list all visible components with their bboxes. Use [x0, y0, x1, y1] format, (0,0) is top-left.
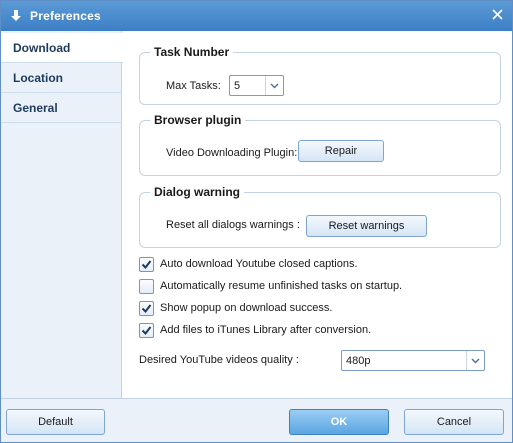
- quality-value: 480p: [346, 354, 371, 367]
- repair-button[interactable]: Repair: [298, 140, 384, 162]
- checkbox[interactable]: [139, 322, 154, 338]
- checkmark-icon: [141, 303, 152, 313]
- cancel-button[interactable]: Cancel: [404, 409, 504, 435]
- option-label: Automatically resume unfinished tasks on…: [160, 280, 403, 292]
- dialog-warning-title: Dialog warning: [150, 185, 245, 199]
- window-title: Preferences: [30, 9, 101, 23]
- option-label: Show popup on download success.: [160, 302, 333, 314]
- sidebar-item-location[interactable]: Location: [1, 63, 122, 93]
- max-tasks-value: 5: [234, 79, 241, 92]
- dialog-warning-group: Dialog warning Reset all dialogs warning…: [139, 185, 501, 248]
- reset-dialogs-label: Reset all dialogs warnings :: [166, 219, 300, 231]
- default-button[interactable]: Default: [6, 409, 105, 435]
- checkbox[interactable]: [139, 256, 154, 272]
- browser-plugin-title: Browser plugin: [150, 113, 246, 127]
- quality-select[interactable]: 480p: [341, 350, 485, 371]
- option-label: Auto download Youtube closed captions.: [160, 258, 358, 270]
- close-icon: [491, 8, 503, 20]
- title-bar: Preferences: [1, 1, 512, 31]
- checkmark-icon: [141, 259, 152, 269]
- close-button[interactable]: [488, 5, 506, 23]
- option-label: Add files to iTunes Library after conver…: [160, 324, 372, 336]
- download-settings-panel: Task Number Max Tasks: 5 Browser plugin …: [123, 31, 512, 398]
- reset-warnings-button[interactable]: Reset warnings: [306, 215, 427, 237]
- footer-bar: Default OK Cancel: [1, 398, 512, 442]
- sidebar: Download Location General: [1, 31, 123, 398]
- video-plugin-label: Video Downloading Plugin:: [166, 147, 298, 159]
- chevron-down-icon: [265, 76, 283, 95]
- sidebar-item-download[interactable]: Download: [1, 33, 123, 63]
- checkmark-icon: [141, 325, 152, 335]
- download-arrow-icon: [9, 9, 23, 23]
- sidebar-item-general[interactable]: General: [1, 93, 122, 123]
- chevron-down-icon: [466, 351, 484, 370]
- task-number-group: Task Number Max Tasks: 5: [139, 45, 501, 105]
- checkbox[interactable]: [139, 300, 154, 316]
- preferences-window: Preferences Download Location General Ta…: [0, 0, 513, 443]
- task-number-title: Task Number: [150, 45, 234, 59]
- ok-button[interactable]: OK: [289, 409, 389, 435]
- checkbox[interactable]: [139, 278, 154, 294]
- option-add-itunes[interactable]: Add files to iTunes Library after conver…: [139, 322, 371, 338]
- option-auto-captions[interactable]: Auto download Youtube closed captions.: [139, 256, 358, 272]
- max-tasks-select[interactable]: 5: [229, 75, 284, 96]
- browser-plugin-group: Browser plugin Video Downloading Plugin:…: [139, 113, 501, 176]
- option-show-popup[interactable]: Show popup on download success.: [139, 300, 332, 316]
- option-resume-tasks[interactable]: Automatically resume unfinished tasks on…: [139, 278, 402, 294]
- max-tasks-label: Max Tasks:: [166, 80, 221, 92]
- quality-label: Desired YouTube videos quality :: [139, 354, 299, 366]
